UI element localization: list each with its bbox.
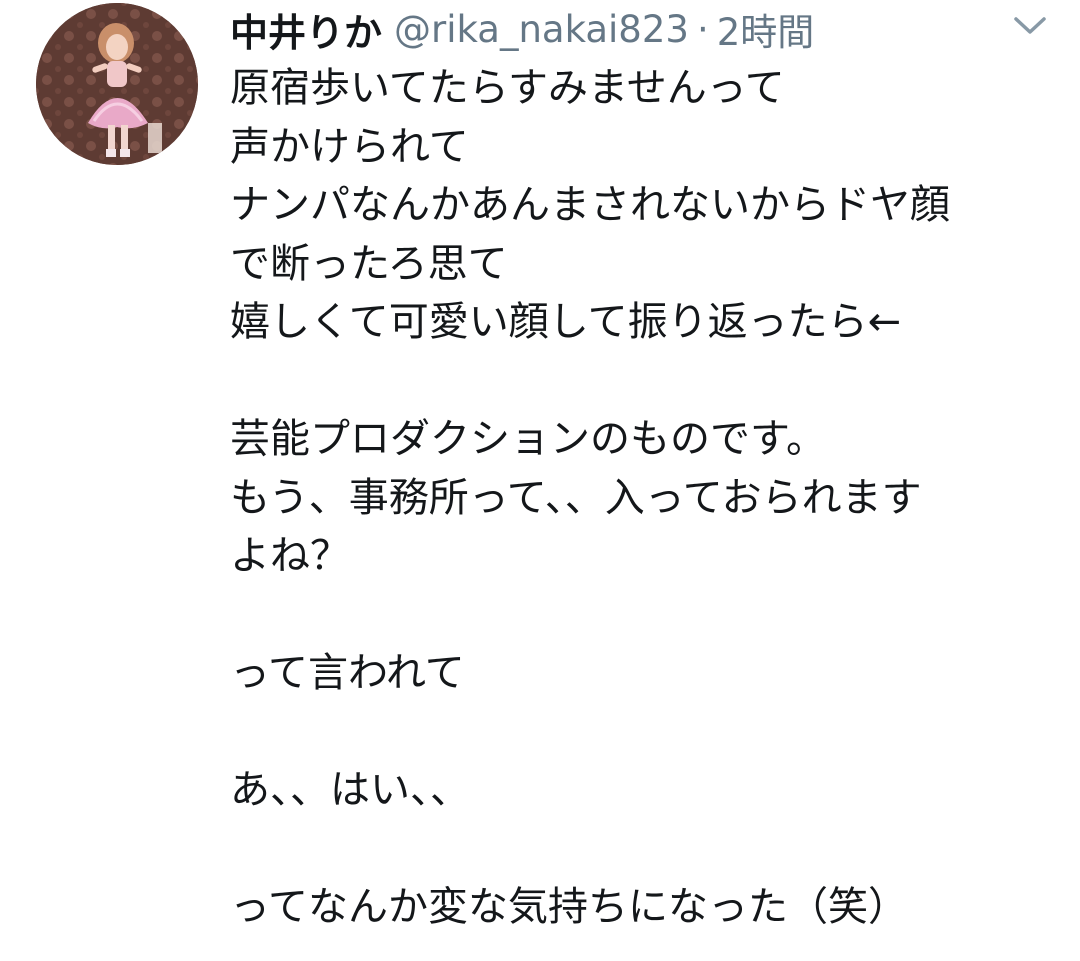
tweet-line: って言われて (230, 650, 465, 696)
user-handle[interactable]: @rika_nakai823 (394, 8, 689, 51)
tweet-line: ナンパなんかあんまされないからドヤ顔 (230, 182, 950, 228)
chevron-down-icon (1014, 17, 1046, 34)
avatar-photo (36, 3, 198, 165)
tweet-line: 原宿歩いてたらすみませんって (230, 65, 785, 111)
tweet-line: ってなんか変な気持ちになった（笑） (230, 884, 908, 930)
tweet-text: 原宿歩いてたらすみませんって 声かけられて ナンパなんかあんまされないからドヤ顔… (230, 59, 1070, 937)
tweet-line: 芸能プロダクションのものです。 (230, 416, 826, 462)
avatar[interactable] (36, 3, 198, 165)
tweet-header: 中井りか @rika_nakai823 · 2時間 (230, 6, 814, 55)
timestamp[interactable]: 2時間 (717, 2, 815, 56)
tweet-line: あ、、はい、、 (230, 767, 470, 813)
separator-dot: · (696, 7, 709, 51)
tweet-line: 嬉しくて可愛い顔して振り返ったら← (230, 299, 902, 345)
tweet-line: 声かけられて (230, 123, 469, 170)
tweet-line: もう、事務所って、、入っておられます (230, 474, 922, 521)
tweet[interactable]: 中井りか @rika_nakai823 · 2時間 原宿歩いてたらすみませんって… (0, 0, 1080, 961)
tweet-menu-button[interactable] (1008, 8, 1052, 44)
tweet-line: で断ったろ思て (230, 240, 508, 287)
display-name[interactable]: 中井りか (230, 2, 382, 57)
tweet-line: よね？ (230, 533, 350, 579)
